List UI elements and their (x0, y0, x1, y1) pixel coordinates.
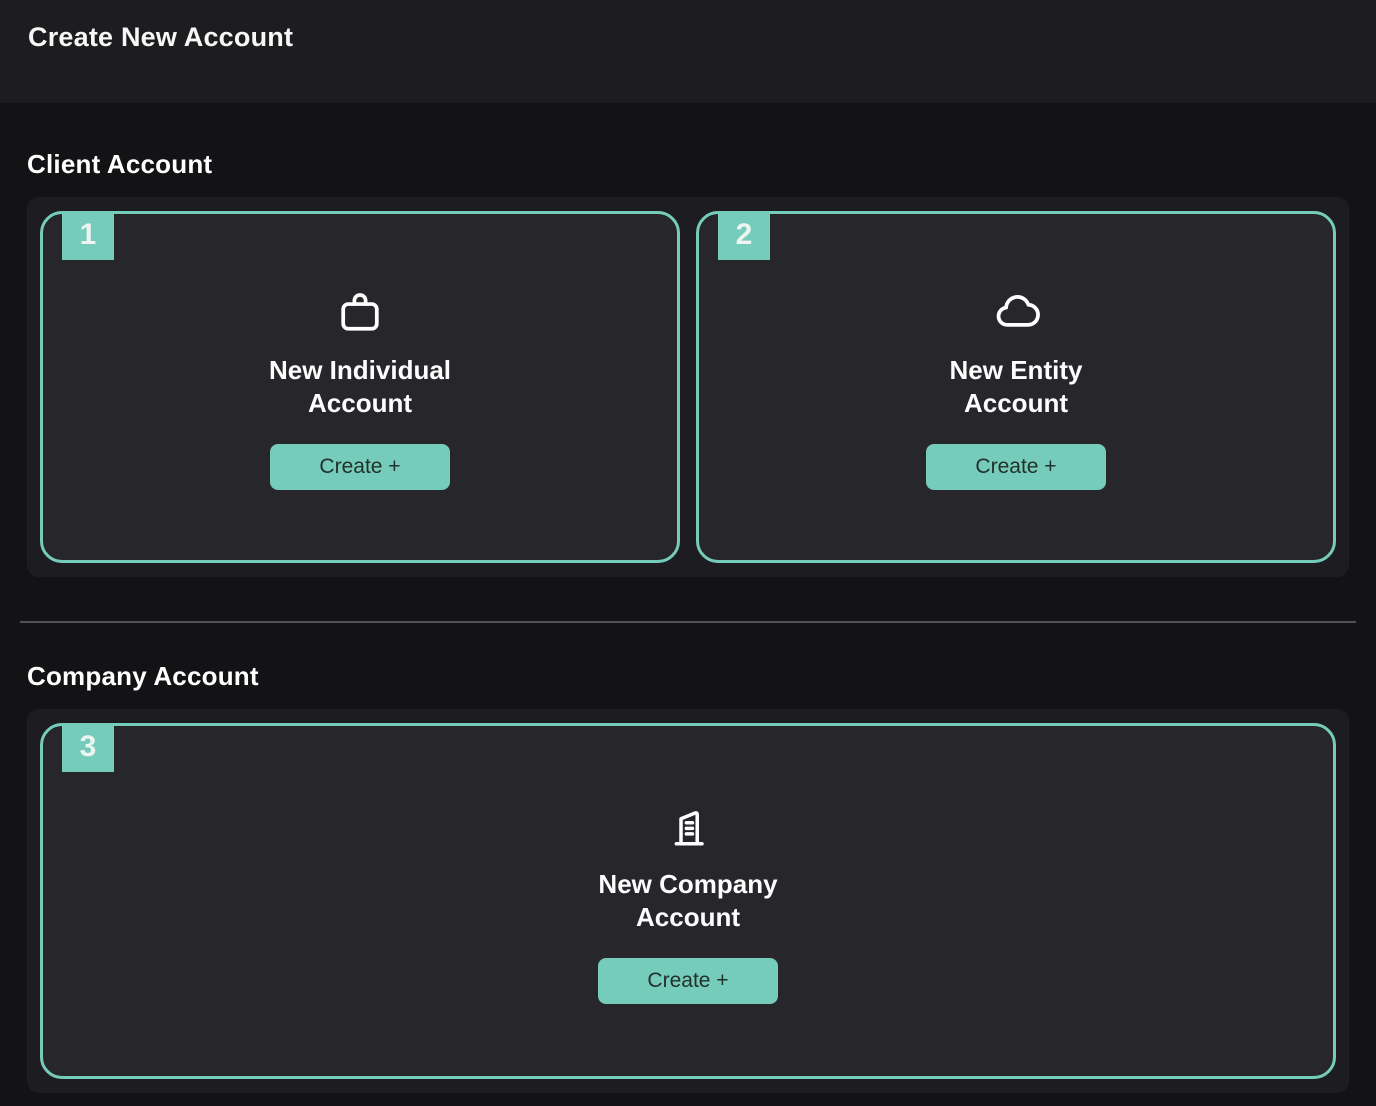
card-number-badge: 2 (718, 211, 770, 260)
card-number-badge: 3 (62, 723, 114, 772)
cloud-icon (988, 284, 1044, 340)
new-company-account-card: 3 New Company Account Create + (40, 723, 1336, 1079)
section-divider (20, 621, 1356, 623)
client-account-container: 1 New Individual Account Create + 2 (27, 197, 1349, 577)
new-individual-account-card: 1 New Individual Account Create + (40, 211, 680, 563)
create-entity-account-button[interactable]: Create + (926, 444, 1106, 490)
header-bar: Create New Account (0, 0, 1376, 103)
create-company-account-button[interactable]: Create + (598, 958, 778, 1004)
card-title: New Company Account (598, 868, 777, 934)
create-account-page: Create New Account Client Account 1 New … (0, 0, 1376, 1106)
company-account-container: 3 New Company Account Create + (27, 709, 1349, 1093)
building-icon (660, 798, 716, 854)
company-account-heading: Company Account (27, 661, 1349, 692)
new-entity-account-card: 2 New Entity Account Create + (696, 211, 1336, 563)
main-content: Client Account 1 New Individual Account … (0, 149, 1376, 1093)
card-number-badge: 1 (62, 211, 114, 260)
card-title: New Individual Account (269, 354, 451, 420)
create-individual-account-button[interactable]: Create + (270, 444, 450, 490)
card-title: New Entity Account (950, 354, 1083, 420)
client-account-heading: Client Account (27, 149, 1349, 180)
page-title: Create New Account (28, 22, 293, 53)
briefcase-icon (332, 284, 388, 340)
